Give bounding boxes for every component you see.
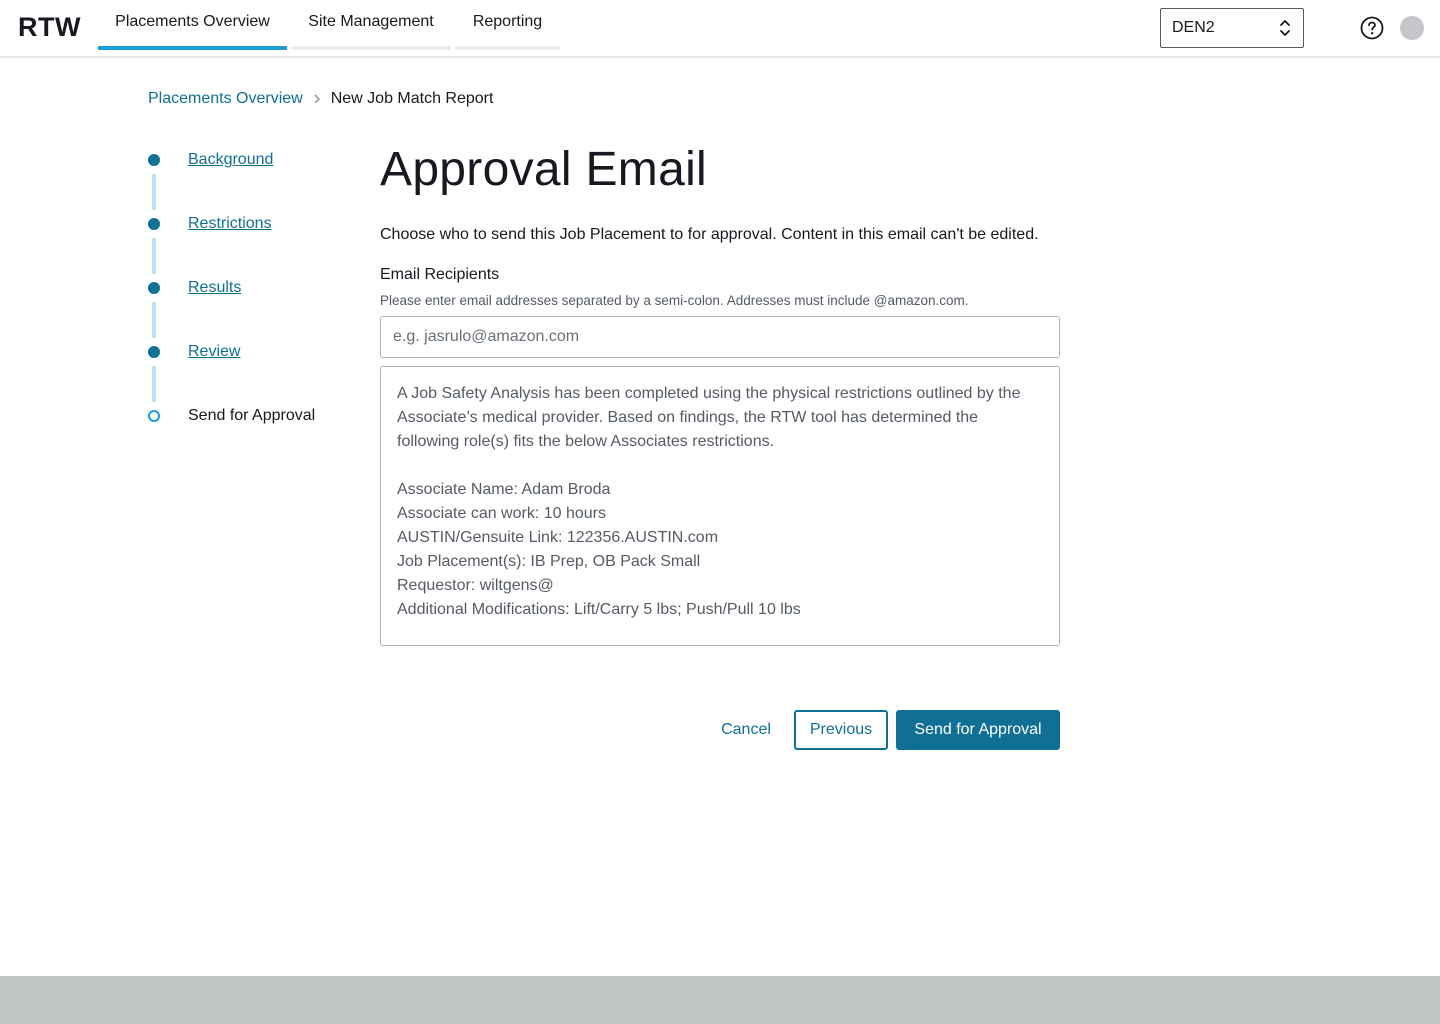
cancel-button[interactable]: Cancel — [706, 710, 786, 750]
tab-site-management-label: Site Management — [308, 13, 434, 30]
step-complete-dot — [148, 218, 160, 230]
step-complete-dot — [148, 346, 160, 358]
email-recipients-input[interactable] — [380, 316, 1060, 358]
step-connector — [152, 366, 156, 402]
step-send-for-approval: Send for Approval — [188, 407, 316, 424]
tab-placements-overview-label: Placements Overview — [115, 13, 270, 30]
step-results[interactable]: Results — [188, 277, 241, 299]
site-select-value: DEN2 — [1172, 19, 1215, 36]
step-connector — [152, 238, 156, 274]
step-review[interactable]: Review — [188, 341, 240, 363]
tab-placements-overview[interactable]: Placements Overview — [98, 0, 287, 50]
email-body-line: Associate can work: 10 hours — [397, 505, 606, 522]
top-navigation-bar: RTW Placements Overview Site Management … — [0, 0, 1440, 56]
step-background[interactable]: Background — [188, 149, 273, 171]
chevron-up-down-icon — [1280, 20, 1290, 36]
breadcrumb: Placements Overview New Job Match Report — [148, 88, 493, 110]
email-body-line: Job Placement(s): IB Prep, OB Pack Small — [397, 553, 701, 570]
step-connector — [152, 174, 156, 210]
tab-reporting[interactable]: Reporting — [455, 0, 560, 50]
send-for-approval-button[interactable]: Send for Approval — [896, 710, 1060, 750]
email-body-line: Associate Name: Adam Broda — [397, 481, 611, 498]
email-body-spacer — [397, 454, 1043, 478]
intro-text: Choose who to send this Job Placement to… — [380, 226, 1039, 243]
step-current-dot — [148, 410, 160, 422]
step-connector — [152, 302, 156, 338]
tab-site-management[interactable]: Site Management — [291, 0, 451, 50]
email-body-preview: A Job Safety Analysis has been completed… — [380, 366, 1060, 646]
site-select[interactable]: DEN2 — [1160, 8, 1304, 48]
step-complete-dot — [148, 154, 160, 166]
step-complete-dot — [148, 282, 160, 294]
breadcrumb-current: New Job Match Report — [330, 90, 494, 107]
footer-band — [0, 976, 1440, 1024]
page-title: Approval Email — [380, 143, 708, 196]
breadcrumb-link-placements-overview[interactable]: Placements Overview — [148, 90, 303, 108]
email-body-paragraph: A Job Safety Analysis has been completed… — [397, 385, 1021, 450]
question-circle-icon[interactable] — [1360, 16, 1384, 40]
email-body-line: Requestor: wiltgens@ — [397, 577, 554, 594]
email-recipients-hint: Please enter email addresses separated b… — [380, 293, 969, 308]
user-avatar[interactable] — [1400, 16, 1424, 40]
tab-reporting-label: Reporting — [472, 13, 543, 30]
app-logo[interactable]: RTW — [18, 12, 81, 43]
email-body-line: Additional Modifications: Lift/Carry 5 l… — [397, 601, 801, 618]
email-body-line: AUSTIN/Gensuite Link: 122356.AUSTIN.com — [397, 529, 719, 546]
email-recipients-label: Email Recipients — [380, 266, 500, 283]
step-restrictions[interactable]: Restrictions — [188, 213, 272, 235]
chevron-right-icon — [314, 94, 320, 104]
previous-button[interactable]: Previous — [794, 710, 888, 750]
